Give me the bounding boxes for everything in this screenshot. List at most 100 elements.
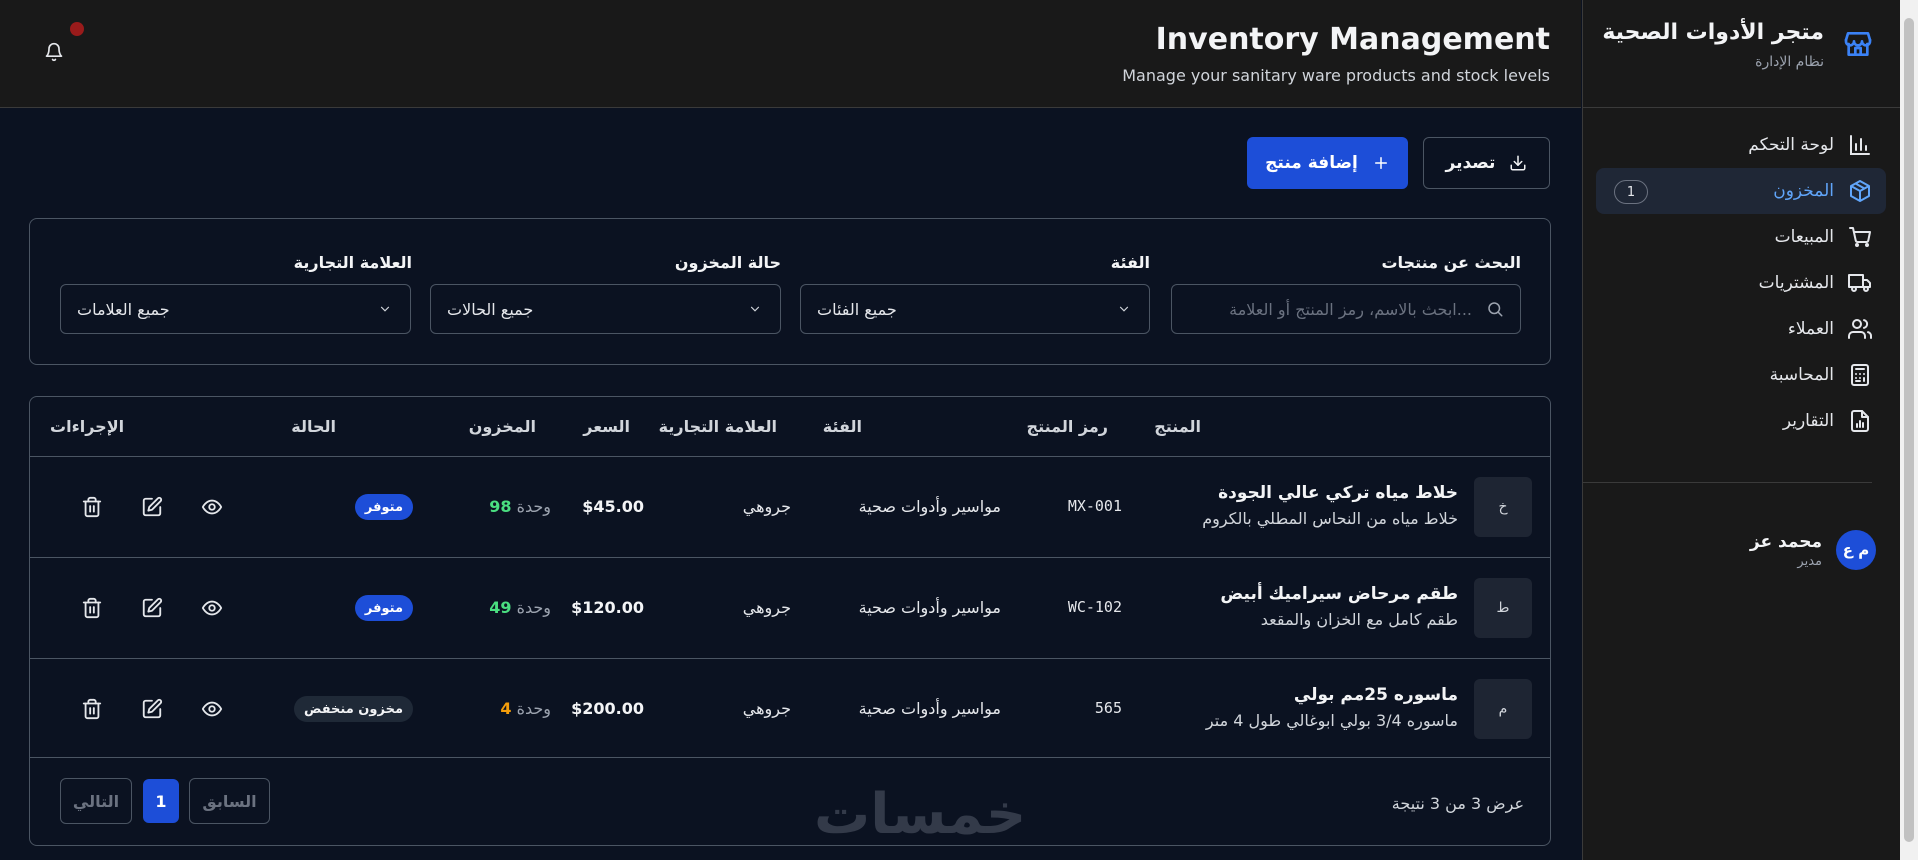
product-category: مواسير وأدوات صحية [858, 497, 1001, 516]
stock-status-select[interactable]: جميع الحالات [430, 284, 781, 334]
edit-icon[interactable] [141, 698, 163, 720]
stock-status-value: جميع الحالات [447, 299, 534, 319]
sidebar-item-label: التقارير [1782, 411, 1834, 431]
sidebar-item-reports[interactable]: التقارير [1596, 398, 1886, 444]
prev-page-button[interactable]: السابق [189, 778, 270, 824]
sidebar-item-customers[interactable]: العملاء [1596, 306, 1886, 352]
product-initial: ط [1474, 578, 1532, 638]
results-count: عرض 3 من 3 نتيجة [1391, 794, 1524, 813]
sidebar-item-label: العملاء [1787, 319, 1834, 339]
top-header: Inventory Management Manage your sanitar… [0, 0, 1581, 108]
bell-icon[interactable] [44, 42, 64, 62]
edit-icon[interactable] [141, 496, 163, 518]
eye-icon[interactable] [201, 698, 223, 720]
avatar: م ع [1836, 530, 1876, 570]
next-page-button[interactable]: التالي [60, 778, 132, 824]
page-subtitle: Manage your sanitary ware products and s… [1122, 66, 1550, 85]
sidebar-item-dashboard[interactable]: لوحة التحكم [1596, 122, 1886, 168]
status-badge: متوفر [354, 494, 413, 520]
chevron-down-icon [380, 306, 390, 312]
inventory-badge: 1 [1614, 180, 1648, 204]
product-initial: خ [1474, 477, 1532, 537]
sidebar-item-label: المحاسبة [1769, 365, 1834, 385]
truck-icon [1848, 274, 1871, 292]
trash-icon[interactable] [81, 698, 103, 720]
stock-quantity: 4 [500, 699, 512, 718]
sidebar-item-inventory[interactable]: 1 المخزون [1596, 168, 1886, 214]
status-badge: مخزون منخفض [293, 696, 413, 722]
sidebar-divider [1582, 482, 1872, 483]
product-sku: MX-001 [1067, 497, 1122, 515]
brand-select[interactable]: جميع العلامات [60, 284, 411, 334]
header-brand: العلامة التجارية [658, 417, 777, 436]
search-label: البحث عن منتجات [1381, 253, 1521, 272]
header-stock: المخزون [468, 417, 536, 436]
edit-icon[interactable] [141, 597, 163, 619]
sidebar-item-purchases[interactable]: المشتريات [1596, 260, 1886, 306]
header-actions: الإجراءات [50, 417, 125, 436]
store-subtitle: نظام الإدارة [1755, 54, 1824, 70]
product-category: مواسير وأدوات صحية [858, 699, 1001, 718]
pagination: عرض 3 من 3 نتيجة السابق 1 التالي [30, 757, 1550, 845]
export-label: تصدير [1445, 153, 1496, 173]
user-profile[interactable]: محمد عز مدير م ع [1750, 530, 1876, 570]
sidebar-brand: متجر الأدوات الصحية نظام الإدارة [1583, 0, 1900, 108]
header-price: السعر [583, 417, 630, 436]
products-table: المنتج رمز المنتج الفئة العلامة التجارية… [29, 396, 1551, 846]
add-product-label: إضافة منتج [1265, 153, 1358, 173]
sidebar: متجر الأدوات الصحية نظام الإدارة لوحة ال… [1582, 0, 1900, 860]
product-price: $45.00 [582, 497, 644, 516]
stock-unit: وحدة [516, 497, 551, 516]
trash-icon[interactable] [81, 597, 103, 619]
chart-bar-icon [1850, 135, 1870, 155]
category-select[interactable]: جميع الفئات [800, 284, 1150, 334]
product-price: $200.00 [571, 699, 644, 718]
category-value: جميع الفئات [817, 299, 897, 319]
chevron-down-icon [750, 306, 760, 312]
header-status: الحالة [291, 417, 336, 436]
product-description: طقم كامل مع الخزان والمقعد [1260, 610, 1458, 629]
sidebar-item-label: المبيعات [1774, 227, 1834, 247]
table-row[interactable]: ط طقم مرحاض سيراميك أبيض طقم كامل مع الخ… [30, 557, 1550, 658]
search-input[interactable]: ابحث بالاسم، رمز المنتج أو العلامة... [1171, 284, 1521, 334]
sidebar-item-sales[interactable]: المبيعات [1596, 214, 1886, 260]
sidebar-item-label: المشتريات [1758, 273, 1834, 293]
scrollbar-thumb[interactable] [1904, 18, 1914, 842]
watermark-logo: خمسات [814, 782, 1027, 847]
add-product-button[interactable]: إضافة منتج [1247, 137, 1408, 189]
page-1-button[interactable]: 1 [143, 779, 179, 823]
table-row[interactable]: م ماسوره 25مم بولي ماسوره 3/4 بولي ابوغا… [30, 658, 1550, 759]
scrollbar[interactable] [1900, 0, 1918, 860]
chevron-down-icon [1119, 306, 1129, 312]
product-initial: م [1474, 679, 1532, 739]
search-placeholder: ابحث بالاسم، رمز المنتج أو العلامة... [1229, 299, 1472, 319]
product-sku: 565 [1094, 699, 1122, 717]
product-price: $120.00 [571, 598, 644, 617]
product-sku: WC-102 [1067, 598, 1122, 616]
product-stock: وحدة 49 [489, 598, 551, 617]
sidebar-item-accounting[interactable]: المحاسبة [1596, 352, 1886, 398]
header-product: المنتج [1154, 417, 1201, 436]
status-badge: متوفر [354, 595, 413, 621]
plus-icon [1374, 157, 1387, 169]
stock-status-label: حالة المخزون [674, 253, 781, 272]
cart-icon [1849, 227, 1871, 247]
product-stock: وحدة 98 [489, 497, 551, 516]
package-icon [1850, 180, 1870, 202]
export-button[interactable]: تصدير [1423, 137, 1550, 189]
brand-value: جميع العلامات [77, 299, 170, 319]
product-description: ماسوره 3/4 بولي ابوغالي طول 4 متر [1205, 711, 1458, 730]
stock-unit: وحدة [516, 598, 551, 617]
product-brand: جروهي [742, 598, 791, 617]
product-name: ماسوره 25مم بولي [1293, 685, 1458, 705]
store-icon [1844, 32, 1872, 56]
product-brand: جروهي [742, 497, 791, 516]
page-title: Inventory Management [1155, 22, 1550, 57]
stock-quantity: 98 [489, 497, 512, 516]
trash-icon[interactable] [81, 496, 103, 518]
stock-unit: وحدة [516, 699, 551, 718]
table-row[interactable]: خ خلاط مياه تركي عالي الجودة خلاط مياه م… [30, 456, 1550, 557]
eye-icon[interactable] [201, 597, 223, 619]
eye-icon[interactable] [201, 496, 223, 518]
download-icon [1510, 155, 1526, 171]
